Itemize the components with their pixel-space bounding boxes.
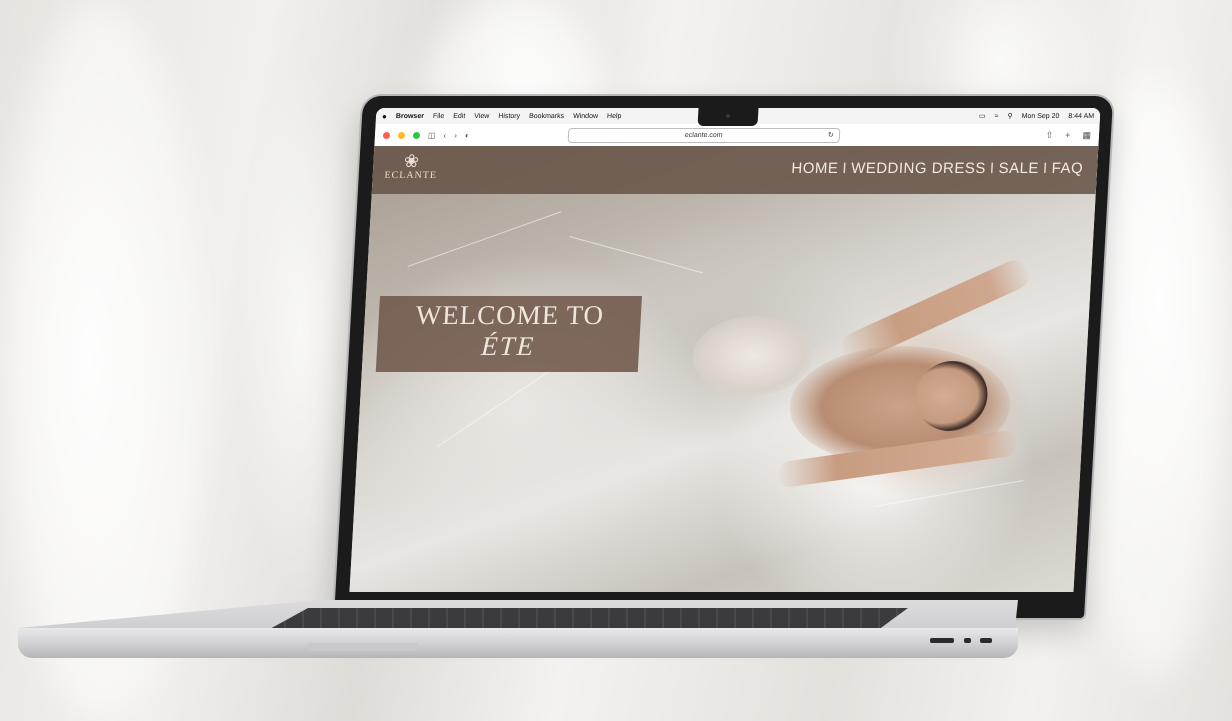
apple-icon[interactable]: ● xyxy=(382,112,387,121)
url-text: eclante.com xyxy=(684,131,723,139)
share-icon[interactable]: ⇧ xyxy=(1045,130,1053,141)
tab-overview-icon[interactable]: ▦ xyxy=(1082,130,1091,141)
hero-welcome-box: WELCOME TO ÉTE xyxy=(375,296,643,372)
site-logo[interactable]: ❀ ECLANTE xyxy=(380,151,442,181)
website-page: ❀ ECLANTE HOME I WEDDING DRESS I SALE I … xyxy=(349,146,1099,592)
nav-faq[interactable]: FAQ xyxy=(1051,160,1083,177)
camera-icon xyxy=(725,114,731,118)
nav-sale[interactable]: SALE xyxy=(998,160,1039,177)
hero-title-line1: WELCOME TO xyxy=(414,300,605,330)
hero-title-line2: ÉTE xyxy=(480,331,537,361)
battery-icon[interactable]: ▭ xyxy=(979,112,986,120)
menu-help[interactable]: Help xyxy=(607,113,622,120)
minimize-window-button[interactable] xyxy=(397,131,406,139)
menu-view[interactable]: View xyxy=(474,113,489,120)
laptop-keyboard xyxy=(268,608,908,630)
zoom-window-button[interactable] xyxy=(412,131,421,139)
laptop-screen: ● Browser File Edit View History Bookmar… xyxy=(349,108,1101,592)
lid-opening-notch xyxy=(308,643,418,651)
menu-app-name[interactable]: Browser xyxy=(396,113,424,120)
menubar-date[interactable]: Mon Sep 20 xyxy=(1021,113,1059,120)
nav-home[interactable]: HOME xyxy=(791,160,839,177)
address-bar[interactable]: eclante.com ↻ xyxy=(567,127,841,143)
menubar-time[interactable]: 8:44 AM xyxy=(1068,113,1094,120)
feather-texture xyxy=(407,211,562,267)
butterfly-icon: ❀ xyxy=(403,151,420,171)
reload-icon[interactable]: ↻ xyxy=(828,131,834,139)
close-window-button[interactable] xyxy=(382,131,391,139)
search-icon[interactable]: ⚲ xyxy=(1007,112,1013,120)
feather-texture xyxy=(874,479,1024,507)
menu-bookmarks[interactable]: Bookmarks xyxy=(529,113,564,120)
new-tab-icon[interactable]: + xyxy=(1065,130,1071,141)
menu-file[interactable]: File xyxy=(433,113,445,120)
nav-separator: I xyxy=(841,160,848,177)
back-icon[interactable]: ‹ xyxy=(443,131,446,140)
nav-separator: I xyxy=(1042,160,1049,177)
magsafe-port xyxy=(980,638,992,643)
logo-text: ECLANTE xyxy=(384,170,438,181)
browser-toolbar: ◫ ‹ › ◐ eclante.com ↻ ⇧ + ▦ xyxy=(374,124,1100,147)
sd-card-slot xyxy=(930,638,954,643)
forward-icon[interactable]: › xyxy=(454,131,457,140)
camera-notch xyxy=(697,108,759,126)
nav-separator: I xyxy=(989,160,996,177)
privacy-icon[interactable]: ◐ xyxy=(465,131,470,140)
laptop-base xyxy=(18,600,1018,686)
feather-texture xyxy=(569,236,703,274)
menu-history[interactable]: History xyxy=(498,113,520,120)
thunderbolt-port xyxy=(964,638,971,643)
sidebar-toggle-icon[interactable]: ◫ xyxy=(428,131,436,140)
site-nav: HOME I WEDDING DRESS I SALE I FAQ xyxy=(791,160,1084,177)
site-header: ❀ ECLANTE HOME I WEDDING DRESS I SALE I … xyxy=(371,146,1099,194)
dress-bodice xyxy=(690,316,815,396)
wifi-icon[interactable]: ≈ xyxy=(994,113,998,120)
menu-window[interactable]: Window xyxy=(573,113,598,120)
nav-wedding-dress[interactable]: WEDDING DRESS xyxy=(851,160,987,177)
menu-edit[interactable]: Edit xyxy=(453,113,465,120)
laptop-lid: ● Browser File Edit View History Bookmar… xyxy=(334,96,1114,618)
laptop-front-edge xyxy=(18,628,1018,658)
